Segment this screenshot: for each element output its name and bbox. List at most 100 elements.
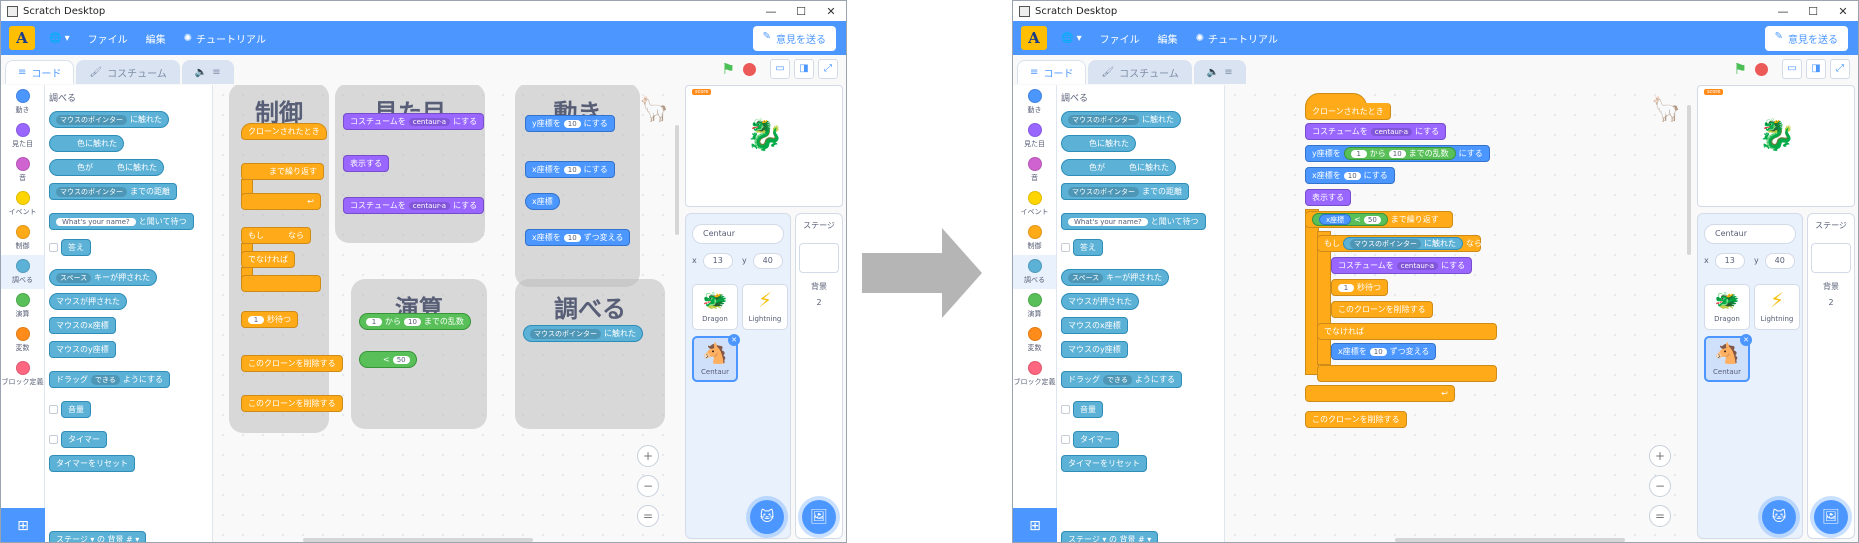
block-show[interactable]: 表示する (343, 155, 389, 172)
block-drag-mode[interactable]: ドラッグ できる ようにする (49, 371, 170, 388)
y-field[interactable]: 40 (1764, 253, 1795, 269)
edit-menu[interactable]: 編集 (146, 31, 166, 46)
category-sensing[interactable]: 調べる (1013, 255, 1056, 289)
sprite-thumb-centaur[interactable]: ✕ 🐴 Centaur (1704, 334, 1752, 382)
small-stage-button[interactable]: ▭ (1782, 59, 1802, 79)
block-repeat-until[interactable]: まで繰り返す (241, 163, 324, 180)
tab-code[interactable]: ≡ コード (5, 60, 75, 84)
block-drag-mode[interactable]: ドラッグ できる ようにする (1061, 371, 1182, 388)
zoom-in-button[interactable]: + (637, 445, 659, 467)
block-repeat-until[interactable]: x座標 <50 まで繰り返す (1305, 211, 1453, 228)
block-wait[interactable]: 1 秒待つ (241, 311, 298, 328)
file-menu[interactable]: ファイル (1100, 31, 1140, 46)
tab-costume[interactable]: 🖌 コスチューム (1088, 60, 1192, 84)
category-control[interactable]: 制御 (1013, 221, 1056, 255)
block-mouse-down[interactable]: マウスが押された (49, 293, 127, 310)
sprite-thumb-lightning[interactable]: ⚡ Lightning (742, 284, 788, 330)
tutorial-menu[interactable]: ✺ チュートリアル (184, 31, 266, 46)
block-timer[interactable]: タイマー (1073, 431, 1119, 448)
category-variables[interactable]: 変数 (1, 323, 44, 357)
maximize-button[interactable]: ☐ (1798, 5, 1828, 18)
green-flag-icon[interactable]: ⚑ (1734, 60, 1747, 78)
block-touching-color[interactable]: 色に触れた (1061, 135, 1136, 152)
block-ask[interactable]: What's your name? と聞いて待つ (49, 213, 194, 230)
block-switch-costume[interactable]: コスチュームを centaur-a にする (1305, 123, 1447, 140)
block-x-position[interactable]: x座標 (525, 193, 560, 210)
answer-checkbox[interactable] (1061, 243, 1070, 252)
category-operators[interactable]: 演算 (1, 289, 44, 323)
block-if-else[interactable]: もし マウスのポインター に触れた なら (1317, 235, 1482, 252)
block-timer[interactable]: タイマー (61, 431, 107, 448)
minimize-button[interactable]: — (1768, 5, 1798, 18)
block-set-x[interactable]: x座標を 10 にする (1305, 167, 1395, 184)
block-delete-clone-2[interactable]: このクローンを削除する (1305, 411, 1407, 428)
category-looks[interactable]: 見た目 (1, 119, 44, 153)
add-sprite-button[interactable]: 🐱 (1762, 500, 1796, 534)
feedback-button[interactable]: ✎ 意見を送る (1764, 25, 1848, 51)
block-when-clone[interactable]: クローンされたとき (1305, 103, 1391, 120)
sprite-thumb-lightning[interactable]: ⚡ Lightning (1754, 284, 1800, 330)
category-control[interactable]: 制御 (1, 221, 44, 255)
sprite-thumb-centaur[interactable]: ✕ 🐴 Centaur (692, 334, 740, 382)
block-touching-mouse[interactable]: マウスのポインター に触れた (523, 325, 643, 342)
category-sensing[interactable]: 調べる (1, 255, 44, 289)
block-switch-costume-2[interactable]: コスチュームを centaur-a にする (1331, 257, 1473, 274)
block-touching[interactable]: マウスのポインター に触れた (1061, 111, 1181, 128)
block-mouse-y[interactable]: マウスのy座標 (1061, 341, 1128, 358)
block-stage-of[interactable]: ステージ ▾ の 背景 # ▾ (49, 531, 147, 542)
block-when-clone[interactable]: クローンされたとき (241, 123, 327, 140)
block-switch-costume[interactable]: コスチュームを centaur-a にする (343, 113, 485, 130)
language-menu[interactable]: 🌐 ▾ (49, 33, 70, 44)
sprite-thumb-dragon[interactable]: 🐲 Dragon (692, 284, 738, 330)
block-key-pressed[interactable]: スペース キーが押された (49, 269, 158, 286)
category-events[interactable]: イベント (1, 187, 44, 221)
block-distance[interactable]: マウスのポインター までの距離 (49, 183, 177, 200)
tab-code[interactable]: ≡ コード (1017, 60, 1087, 84)
loudness-checkbox[interactable] (1061, 405, 1070, 414)
add-extension-button[interactable]: ⊞ (1013, 508, 1057, 542)
block-show[interactable]: 表示する (1305, 189, 1351, 206)
code-workspace[interactable]: 🦙 制御 クローンされたとき まで繰り返す ↩ もし なら でなければ 1 秒待つ … (213, 85, 681, 542)
block-delete-clone-2[interactable]: このクローンを削除する (241, 395, 343, 412)
x-field[interactable]: 13 (702, 253, 733, 269)
block-answer[interactable]: 答え (61, 239, 91, 256)
workspace-vertical-scrollbar[interactable] (1687, 105, 1691, 255)
stage-canvas[interactable]: score 🐉 (1697, 85, 1855, 207)
sprite-name-field[interactable]: Centaur (692, 224, 784, 244)
block-random[interactable]: 1 から 10 までの乱数 (359, 313, 471, 330)
workspace-horizontal-scrollbar[interactable] (303, 538, 533, 542)
zoom-out-button[interactable]: − (1649, 475, 1671, 497)
delete-sprite-icon[interactable]: ✕ (1740, 334, 1752, 346)
block-if-else[interactable]: もし なら (241, 227, 311, 244)
tab-sound[interactable]: 🔈 ≡ (1193, 60, 1246, 84)
zoom-in-button[interactable]: + (1649, 445, 1671, 467)
block-mouse-x[interactable]: マウスのx座標 (49, 317, 116, 334)
scratch-logo[interactable]: A (1021, 26, 1047, 50)
add-backdrop-button[interactable]: 🖼 (802, 500, 836, 534)
block-key-pressed[interactable]: スペース キーが押された (1061, 269, 1170, 286)
feedback-button[interactable]: ✎ 意見を送る (752, 25, 836, 51)
category-sound[interactable]: 音 (1013, 153, 1056, 187)
file-menu[interactable]: ファイル (88, 31, 128, 46)
block-change-x[interactable]: x座標を 10 ずつ変える (525, 229, 631, 246)
stop-icon[interactable] (743, 62, 756, 76)
block-mouse-down[interactable]: マウスが押された (1061, 293, 1139, 310)
workspace-horizontal-scrollbar[interactable] (1395, 538, 1625, 542)
block-distance[interactable]: マウスのポインター までの距離 (1061, 183, 1189, 200)
add-sprite-button[interactable]: 🐱 (750, 500, 784, 534)
add-extension-button[interactable]: ⊞ (1, 508, 45, 542)
category-variables[interactable]: 変数 (1013, 323, 1056, 357)
category-looks[interactable]: 見た目 (1013, 119, 1056, 153)
block-color-touching-color[interactable]: 色が 色に触れた (49, 159, 164, 176)
tab-costume[interactable]: 🖌 コスチューム (76, 60, 180, 84)
block-answer[interactable]: 答え (1073, 239, 1103, 256)
block-mouse-x[interactable]: マウスのx座標 (1061, 317, 1128, 334)
sprite-name-field[interactable]: Centaur (1704, 224, 1796, 244)
zoom-reset-button[interactable]: = (637, 505, 659, 527)
edit-menu[interactable]: 編集 (1158, 31, 1178, 46)
x-field[interactable]: 13 (1714, 253, 1745, 269)
block-set-y[interactable]: y座標を 10 にする (525, 115, 615, 132)
stage-pane[interactable]: ステージ 背景 2 🖼 (795, 213, 843, 539)
block-set-x[interactable]: x座標を 10 にする (525, 161, 615, 178)
sprite-thumb-dragon[interactable]: 🐲 Dragon (1704, 284, 1750, 330)
